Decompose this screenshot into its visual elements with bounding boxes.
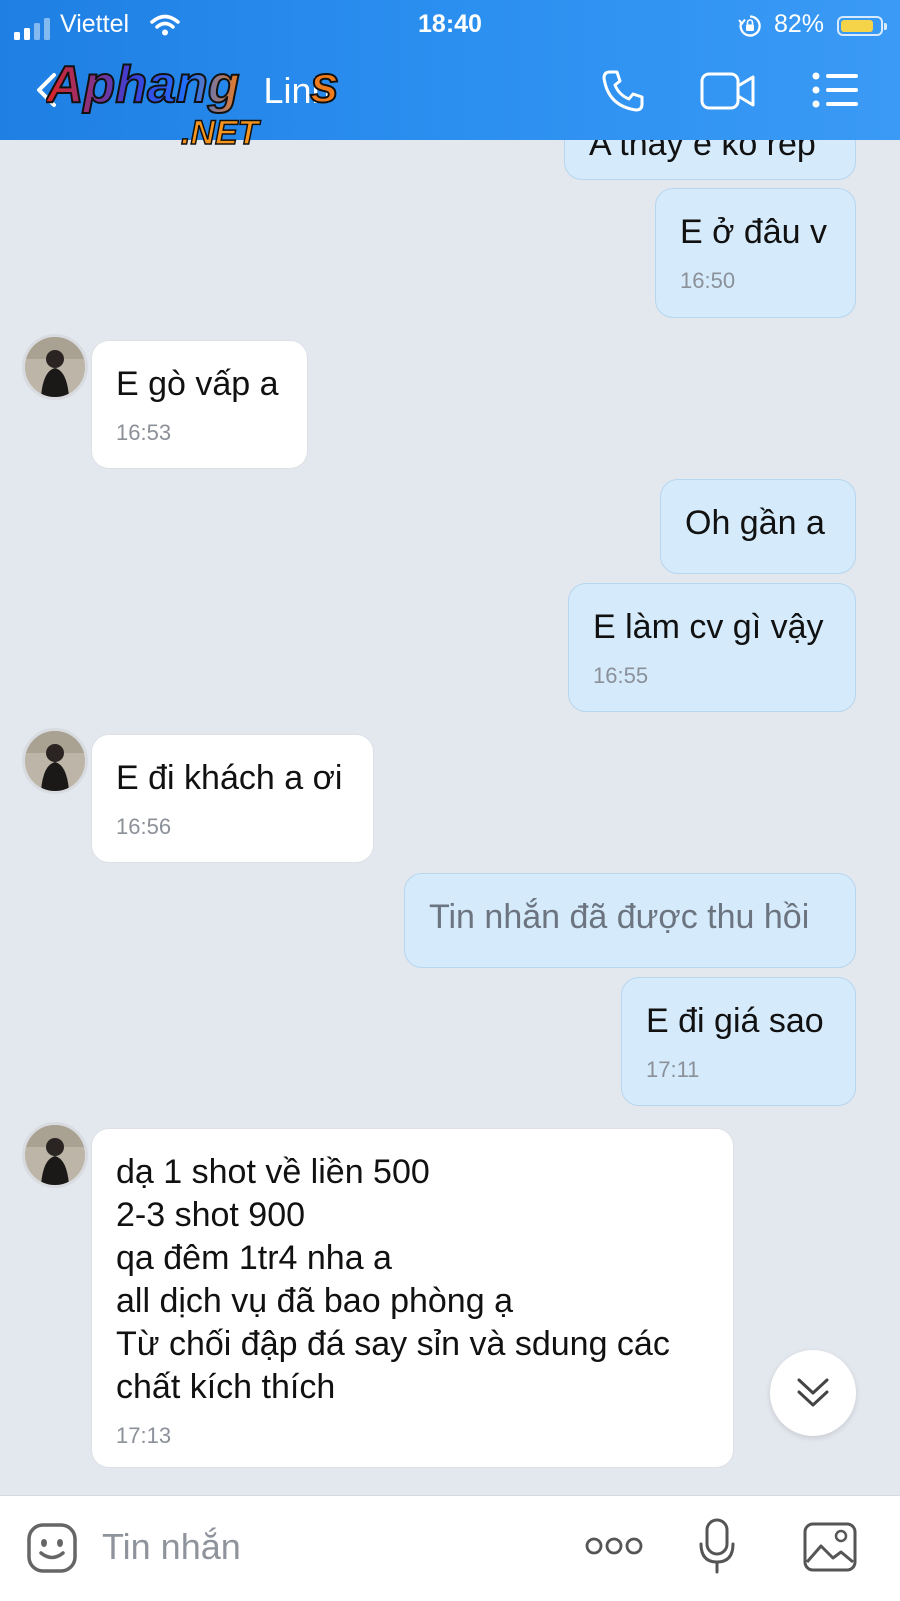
message-bubble-outgoing[interactable]: E đi giá sao 17:11 <box>621 977 856 1106</box>
battery-percent: 82% <box>774 10 825 38</box>
message-bubble-incoming[interactable]: E đi khách a ơi 16:56 <box>91 734 374 863</box>
message-time: 16:55 <box>593 663 649 688</box>
watermark-logo: Aphang s .NET <box>46 55 340 153</box>
list-menu-icon[interactable] <box>812 72 860 108</box>
message-time: 17:13 <box>116 1423 172 1448</box>
message-line: qa đêm 1tr4 nha a <box>116 1239 392 1277</box>
message-bubble-outgoing[interactable]: E ở đâu v 16:50 <box>655 188 856 318</box>
message-input-bar: Tin nhắn <box>0 1495 900 1601</box>
message-text: E ở đâu v <box>680 213 828 251</box>
message-line: Từ chối đập đá say sỉn và sdung các <box>116 1325 670 1363</box>
scroll-to-bottom-button[interactable] <box>770 1350 856 1436</box>
avatar-image <box>25 1125 85 1185</box>
svg-text:Aphang: Aphang <box>46 56 240 114</box>
video-camera-icon[interactable] <box>700 72 756 110</box>
message-time: 17:11 <box>646 1057 700 1082</box>
microphone-icon[interactable] <box>697 1518 737 1576</box>
more-dots-icon[interactable] <box>585 1536 643 1556</box>
image-gallery-icon[interactable] <box>803 1522 857 1572</box>
message-input[interactable]: Tin nhắn <box>102 1526 241 1568</box>
message-line: chất kích thích <box>116 1368 336 1406</box>
message-text: E đi giá sao <box>646 1002 824 1040</box>
message-text: E đi khách a ơi <box>116 759 343 797</box>
avatar[interactable] <box>22 1122 88 1188</box>
message-text: E làm cv gì vậy <box>593 608 824 646</box>
status-time: 18:40 <box>418 10 482 38</box>
avatar-image <box>25 337 85 397</box>
message-line: dạ 1 shot về liền 500 <box>116 1153 430 1191</box>
message-text: E gò vấp a <box>116 365 279 403</box>
message-line: all dịch vụ đã bao phòng ạ <box>116 1282 513 1320</box>
sticker-smile-icon[interactable] <box>26 1522 78 1574</box>
avatar[interactable] <box>22 728 88 794</box>
phone-icon[interactable] <box>600 68 646 114</box>
avatar[interactable] <box>22 334 88 400</box>
message-bubble-outgoing[interactable]: E làm cv gì vậy 16:55 <box>568 583 856 712</box>
message-bubble-incoming[interactable]: E gò vấp a 16:53 <box>91 340 308 469</box>
battery-icon <box>837 16 887 36</box>
message-bubble-outgoing[interactable]: Oh gần a <box>660 479 856 574</box>
message-time: 16:56 <box>116 814 172 839</box>
double-chevron-down-icon <box>797 1378 829 1407</box>
message-list[interactable]: A thấy e ko rep E ở đâu v 16:50 E gò vấp… <box>0 140 900 1495</box>
message-text: A thấy e ko rep <box>589 140 816 163</box>
message-line: 2-3 shot 900 <box>116 1196 306 1234</box>
message-bubble-incoming[interactable]: dạ 1 shot về liền 500 2-3 shot 900 qa đê… <box>91 1128 734 1468</box>
message-bubble-outgoing[interactable]: A thấy e ko rep <box>564 140 856 180</box>
recalled-message-bubble[interactable]: Tin nhắn đã được thu hồi <box>404 873 856 968</box>
status-bar: Viettel 18:40 82% <box>0 6 900 40</box>
svg-text:s: s <box>310 56 339 114</box>
orientation-lock-icon <box>738 15 761 37</box>
message-time: 16:50 <box>680 268 736 293</box>
chat-header: Viettel 18:40 82% Nguyễn ThLinh <box>0 0 900 153</box>
recalled-message-text: Tin nhắn đã được thu hồi <box>429 898 810 936</box>
avatar-image <box>25 731 85 791</box>
message-text: Oh gần a <box>685 504 825 542</box>
message-time: 16:53 <box>116 420 172 445</box>
